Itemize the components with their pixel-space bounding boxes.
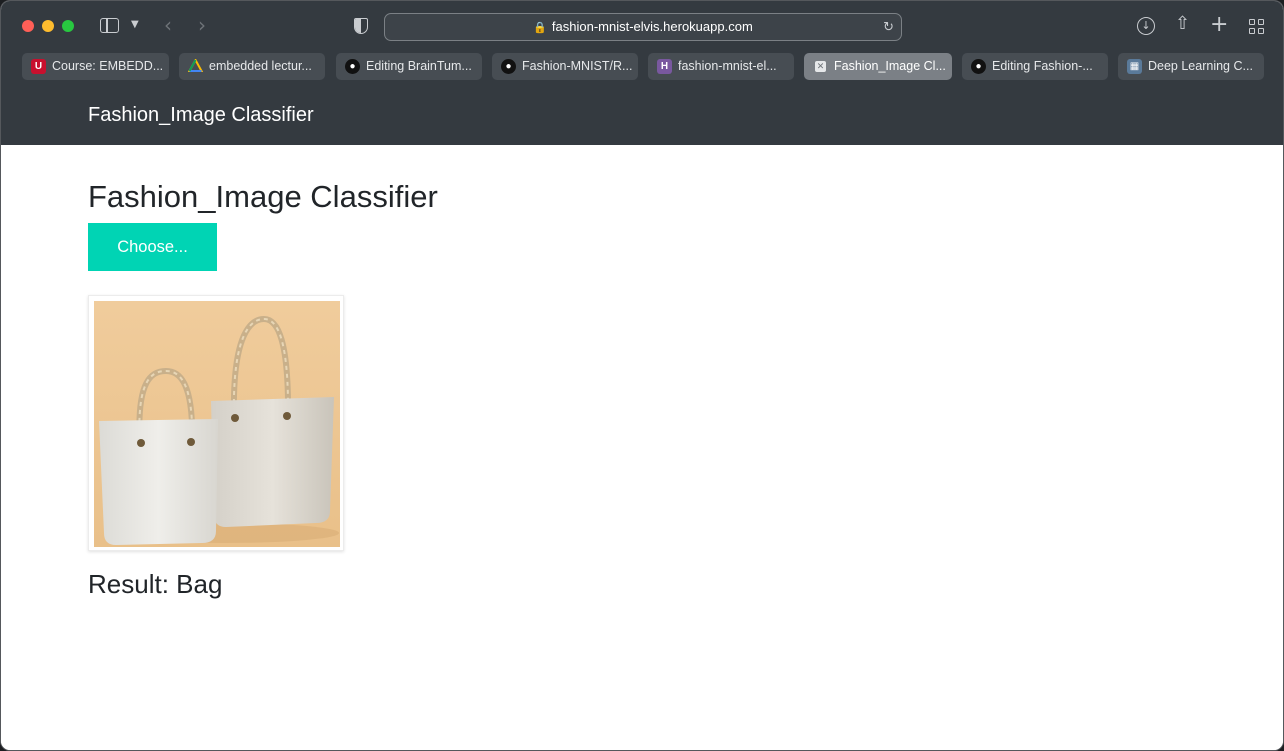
- minimize-window-button[interactable]: [42, 20, 54, 32]
- share-icon[interactable]: ⇧: [1175, 15, 1190, 33]
- tab-deep-learning[interactable]: ▦ Deep Learning C...: [1118, 53, 1264, 80]
- site-navbar: Fashion_Image Classifier: [1, 87, 1283, 145]
- university-icon: U: [31, 59, 46, 74]
- close-icon[interactable]: ✕: [815, 61, 826, 72]
- tab-bar: U Course: EMBEDD... embedded lectur... ●…: [1, 53, 1283, 87]
- result-text: Result: Bag: [88, 569, 223, 599]
- sidebar-toggle-icon[interactable]: [100, 18, 119, 33]
- lock-icon: 🔒: [533, 22, 547, 34]
- maximize-window-button[interactable]: [62, 20, 74, 32]
- tab-fashion-image-classifier[interactable]: ✕ Fashion_Image Cl...: [804, 53, 952, 80]
- tab-course-embedded[interactable]: U Course: EMBEDD...: [22, 53, 169, 80]
- bag-image: [94, 301, 340, 547]
- tab-heroku-app[interactable]: H fashion-mnist-el...: [648, 53, 794, 80]
- new-tab-icon[interactable]: +: [1210, 14, 1228, 36]
- privacy-shield-icon[interactable]: [354, 18, 368, 34]
- back-icon[interactable]: ‹: [164, 15, 172, 35]
- tab-overview-icon[interactable]: [1249, 19, 1264, 34]
- google-drive-icon: [187, 57, 204, 74]
- address-bar[interactable]: 🔒 fashion-mnist-elvis.herokuapp.com ↻: [384, 13, 902, 41]
- tab-embedded-lecture[interactable]: embedded lectur...: [179, 53, 325, 80]
- close-window-button[interactable]: [22, 20, 34, 32]
- tab-editing-braintumor[interactable]: ● Editing BrainTum...: [336, 53, 482, 80]
- download-icon[interactable]: ↓: [1137, 17, 1155, 35]
- chevron-down-icon[interactable]: ▼: [131, 20, 139, 30]
- document-icon: ▦: [1127, 59, 1142, 74]
- github-icon: ●: [971, 59, 986, 74]
- tab-editing-fashion[interactable]: ● Editing Fashion-...: [962, 53, 1108, 80]
- main-content: Fashion_Image Classifier Choose... Resul…: [1, 145, 1283, 750]
- url-text: fashion-mnist-elvis.herokuapp.com: [551, 19, 753, 34]
- heroku-icon: H: [657, 59, 672, 74]
- navbar-brand[interactable]: Fashion_Image Classifier: [88, 104, 314, 127]
- tab-fashion-mnist-repo[interactable]: ● Fashion-MNIST/R...: [492, 53, 638, 80]
- page-title: Fashion_Image Classifier: [88, 179, 438, 214]
- github-icon: ●: [501, 59, 516, 74]
- browser-toolbar: ▼ ‹ › 🔒 fashion-mnist-elvis.herokuapp.com…: [1, 1, 1283, 53]
- reload-icon[interactable]: ↻: [883, 19, 894, 35]
- github-icon: ●: [345, 59, 360, 74]
- uploaded-image-preview: [88, 295, 344, 551]
- browser-window: ▼ ‹ › 🔒 fashion-mnist-elvis.herokuapp.com…: [0, 0, 1284, 751]
- forward-icon[interactable]: ›: [198, 15, 206, 35]
- choose-file-button[interactable]: Choose...: [88, 223, 217, 271]
